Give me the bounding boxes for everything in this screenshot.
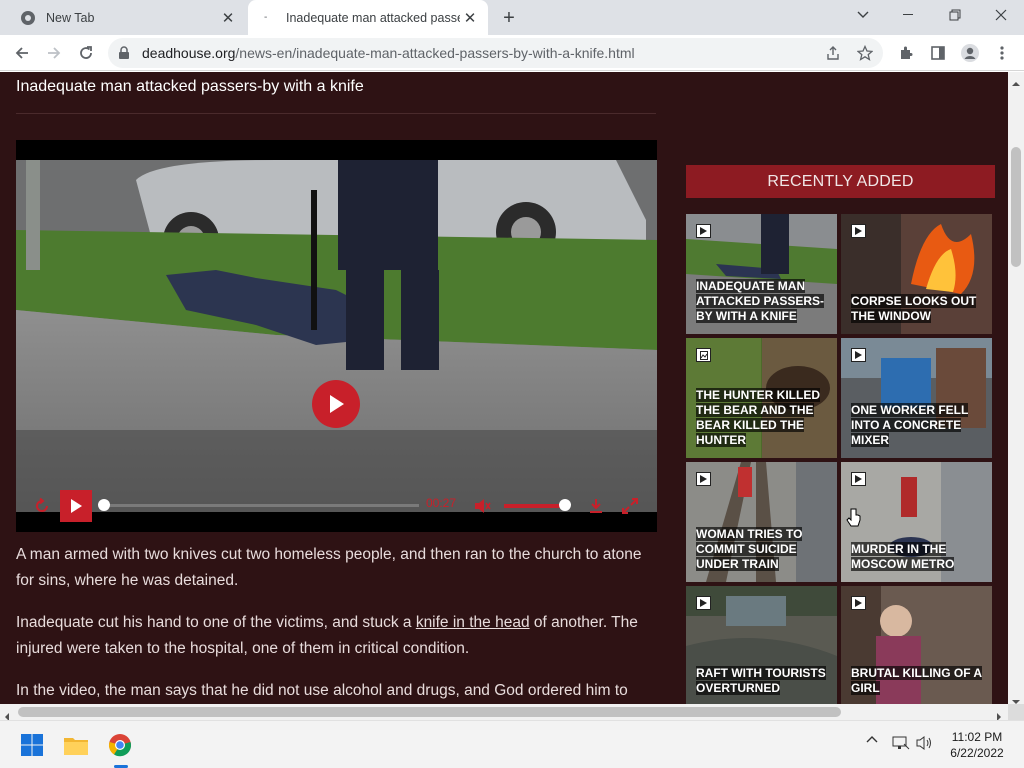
- recent-item-title: Corpse looks out the window: [851, 294, 977, 323]
- volume-icon[interactable]: [472, 496, 494, 516]
- bookmark-star-icon[interactable]: [854, 42, 876, 64]
- recent-item[interactable]: The hunter killed the bear and the bear …: [686, 338, 837, 458]
- minimize-button[interactable]: [886, 0, 932, 30]
- article-paragraph: A man armed with two knives cut two home…: [16, 546, 642, 589]
- article-paragraph: In the video, the man says that he did n…: [16, 682, 628, 699]
- address-bar[interactable]: deadhouse.org/news-en/inadequate-man-att…: [108, 38, 883, 68]
- restore-button[interactable]: [932, 0, 978, 30]
- windows-taskbar: 11:02 PM 6/22/2022: [0, 720, 1024, 768]
- video-icon: [851, 348, 866, 362]
- recent-item[interactable]: Raft with tourists overturned: [686, 586, 837, 704]
- taskbar-clock[interactable]: 11:02 PM 6/22/2022: [940, 729, 1014, 761]
- recent-item-title: Inadequate man attacked passers-by with …: [696, 279, 825, 323]
- volume-handle[interactable]: [559, 499, 571, 511]
- tab-title: New Tab: [46, 10, 95, 25]
- scrollbar-corner: [1008, 704, 1024, 720]
- recent-item[interactable]: Woman tries to commit suicide under trai…: [686, 462, 837, 582]
- horizontal-scrollbar[interactable]: [0, 704, 1008, 721]
- video-icon: [696, 472, 711, 486]
- tab-title: Inadequate man attacked passers: [286, 10, 460, 25]
- chrome-icon: [20, 10, 36, 26]
- loading-icon: -: [260, 10, 276, 26]
- recent-item-title: Raft with tourists overturned: [696, 666, 826, 695]
- video-icon: [696, 224, 711, 238]
- vertical-scroll-thumb[interactable]: [1011, 147, 1021, 267]
- recent-item[interactable]: Inadequate man attacked passers-by with …: [686, 214, 837, 334]
- tab-new-tab[interactable]: New Tab ✕: [8, 0, 246, 35]
- volume-tray-icon[interactable]: [916, 735, 934, 751]
- new-tab-button[interactable]: +: [497, 6, 521, 30]
- recent-item-title: Woman tries to commit suicide under trai…: [696, 527, 803, 571]
- network-icon[interactable]: [892, 735, 910, 751]
- progress-bar[interactable]: [104, 504, 419, 507]
- time-display: 00:27: [426, 496, 457, 510]
- forward-button[interactable]: [40, 39, 68, 67]
- recent-item-title: Brutal killing of a girl: [851, 666, 983, 695]
- browser-titlebar: New Tab ✕ - Inadequate man attacked pass…: [0, 0, 1024, 35]
- vertical-scrollbar[interactable]: [1008, 72, 1024, 704]
- close-icon[interactable]: ✕: [460, 8, 480, 28]
- paragraph-text: Inadequate cut his hand to one of the vi…: [16, 614, 416, 631]
- fullscreen-icon[interactable]: [620, 496, 640, 516]
- page-viewport: Inadequate man attacked passers-by with …: [0, 72, 1008, 704]
- clock-date: 6/22/2022: [950, 746, 1004, 760]
- play-button[interactable]: [60, 490, 92, 522]
- video-controls: 00:27: [16, 490, 657, 522]
- url-text: deadhouse.org/news-en/inadequate-man-att…: [142, 45, 635, 61]
- image-icon: [696, 348, 711, 362]
- profile-avatar-icon[interactable]: [956, 39, 984, 67]
- title-divider: [16, 113, 656, 114]
- recent-item-title: One worker fell into a concrete mixer: [851, 403, 969, 447]
- tab-article[interactable]: - Inadequate man attacked passers ✕: [248, 0, 488, 35]
- replay-icon[interactable]: [32, 496, 52, 516]
- extensions-icon[interactable]: [892, 39, 920, 67]
- recently-added-header: RECENTLY ADDED: [686, 165, 995, 198]
- video-icon: [851, 596, 866, 610]
- progress-handle[interactable]: [98, 499, 110, 511]
- download-icon[interactable]: [586, 496, 606, 516]
- side-panel-icon[interactable]: [924, 39, 952, 67]
- url-path: /news-en/inadequate-man-attacked-passers…: [235, 45, 635, 61]
- video-icon: [851, 472, 866, 486]
- chrome-taskbar-icon[interactable]: [104, 729, 136, 761]
- article-paragraph: Inadequate cut his hand to one of the vi…: [16, 610, 656, 662]
- chevron-down-icon[interactable]: [840, 0, 886, 30]
- mouse-cursor: [846, 508, 862, 533]
- clock-time: 11:02 PM: [951, 730, 1003, 744]
- reload-button[interactable]: [72, 39, 100, 67]
- show-hidden-icons-chevron-icon[interactable]: [866, 735, 878, 743]
- recent-item[interactable]: Brutal killing of a girl: [841, 586, 992, 704]
- window-close-button[interactable]: [978, 0, 1024, 30]
- volume-slider[interactable]: [504, 504, 566, 508]
- knife-in-the-head-link[interactable]: knife in the head: [416, 614, 530, 631]
- close-icon[interactable]: ✕: [218, 8, 238, 28]
- recent-item-title: Murder in the Moscow metro: [851, 542, 955, 571]
- horizontal-scroll-thumb[interactable]: [18, 707, 841, 717]
- browser-toolbar: deadhouse.org/news-en/inadequate-man-att…: [0, 35, 1024, 71]
- recent-item[interactable]: Corpse looks out the window: [841, 214, 992, 334]
- article-title: Inadequate man attacked passers-by with …: [16, 78, 364, 95]
- svg-text:-: -: [264, 12, 267, 23]
- video-icon: [851, 224, 866, 238]
- share-icon[interactable]: [822, 42, 844, 64]
- file-explorer-icon[interactable]: [60, 729, 92, 761]
- windows-start-icon[interactable]: [16, 729, 48, 761]
- back-button[interactable]: [8, 39, 36, 67]
- video-icon: [696, 596, 711, 610]
- video-player[interactable]: 00:27: [16, 140, 657, 532]
- menu-kebab-icon[interactable]: [988, 39, 1016, 67]
- recent-item[interactable]: Murder in the Moscow metro: [841, 462, 992, 582]
- video-frame: [16, 160, 657, 512]
- play-overlay-button[interactable]: [312, 380, 360, 428]
- recent-item[interactable]: One worker fell into a concrete mixer: [841, 338, 992, 458]
- recent-item-title: The hunter killed the bear and the bear …: [696, 388, 820, 447]
- lock-icon: [118, 46, 132, 60]
- url-host: deadhouse.org: [142, 45, 236, 61]
- scroll-up-icon[interactable]: [1012, 74, 1020, 92]
